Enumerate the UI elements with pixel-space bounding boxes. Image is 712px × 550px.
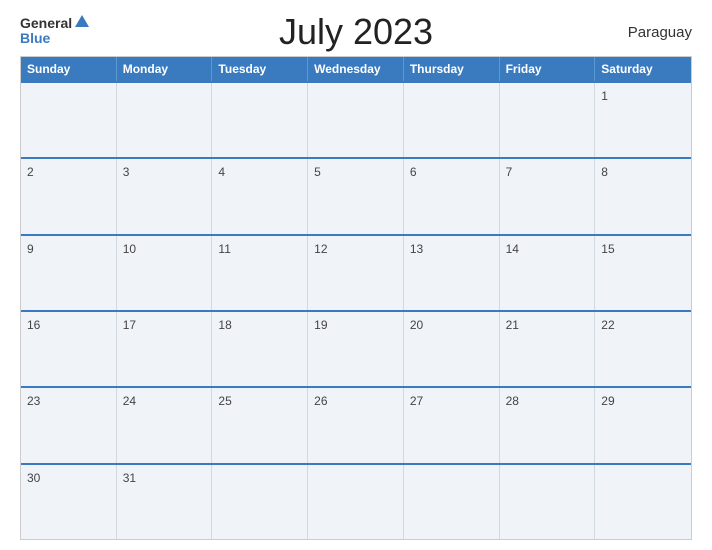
calendar-day-23: 23	[21, 388, 117, 462]
calendar-day-29: 29	[595, 388, 691, 462]
calendar-day-11: 11	[212, 236, 308, 310]
day-number: 27	[410, 394, 423, 408]
calendar-day-16: 16	[21, 312, 117, 386]
day-number: 26	[314, 394, 327, 408]
day-number: 2	[27, 165, 34, 179]
day-number: 1	[601, 89, 608, 103]
day-number: 17	[123, 318, 136, 332]
header-thursday: Thursday	[404, 57, 500, 81]
header-friday: Friday	[500, 57, 596, 81]
calendar-day-empty-5-2	[212, 465, 308, 539]
calendar-day-22: 22	[595, 312, 691, 386]
day-number: 9	[27, 242, 34, 256]
day-number: 19	[314, 318, 327, 332]
day-number: 7	[506, 165, 513, 179]
calendar-day-empty-0-4	[404, 83, 500, 157]
calendar-day-8: 8	[595, 159, 691, 233]
day-number: 15	[601, 242, 614, 256]
country-label: Paraguay	[628, 24, 692, 41]
day-number: 10	[123, 242, 136, 256]
calendar-body: 1234567891011121314151617181920212223242…	[21, 81, 691, 539]
calendar-day-empty-0-5	[500, 83, 596, 157]
calendar-day-21: 21	[500, 312, 596, 386]
calendar-day-15: 15	[595, 236, 691, 310]
logo-triangle-icon	[75, 15, 89, 27]
header-saturday: Saturday	[595, 57, 691, 81]
calendar-day-2: 2	[21, 159, 117, 233]
calendar-week-4: 16 17 18 19 20 21 22	[21, 310, 691, 386]
calendar-day-19: 19	[308, 312, 404, 386]
day-number: 24	[123, 394, 136, 408]
day-number: 25	[218, 394, 231, 408]
day-number: 28	[506, 394, 519, 408]
day-number: 31	[123, 471, 136, 485]
day-number: 5	[314, 165, 321, 179]
calendar-day-empty-5-3	[308, 465, 404, 539]
calendar-day-empty-0-1	[117, 83, 213, 157]
day-number: 23	[27, 394, 40, 408]
calendar-day-3: 3	[117, 159, 213, 233]
header-tuesday: Tuesday	[212, 57, 308, 81]
day-number: 3	[123, 165, 130, 179]
calendar-week-1: 1	[21, 81, 691, 157]
logo-blue-text: Blue	[20, 30, 50, 46]
calendar-day-20: 20	[404, 312, 500, 386]
calendar: Sunday Monday Tuesday Wednesday Thursday…	[20, 56, 692, 540]
day-number: 30	[27, 471, 40, 485]
calendar-day-31: 31	[117, 465, 213, 539]
calendar-day-28: 28	[500, 388, 596, 462]
calendar-day-6: 6	[404, 159, 500, 233]
calendar-week-2: 2 3 4 5 6 7 8	[21, 157, 691, 233]
day-number: 22	[601, 318, 614, 332]
day-number: 29	[601, 394, 614, 408]
header-sunday: Sunday	[21, 57, 117, 81]
day-number: 16	[27, 318, 40, 332]
calendar-title: July 2023	[279, 11, 433, 53]
calendar-day-25: 25	[212, 388, 308, 462]
calendar-day-12: 12	[308, 236, 404, 310]
day-number: 21	[506, 318, 519, 332]
calendar-day-empty-5-6	[595, 465, 691, 539]
calendar-day-empty-0-0	[21, 83, 117, 157]
calendar-day-1: 1	[595, 83, 691, 157]
calendar-day-27: 27	[404, 388, 500, 462]
calendar-week-3: 9 10 11 12 13 14 15	[21, 234, 691, 310]
calendar-day-24: 24	[117, 388, 213, 462]
calendar-day-13: 13	[404, 236, 500, 310]
calendar-day-18: 18	[212, 312, 308, 386]
day-number: 11	[218, 242, 230, 256]
day-number: 8	[601, 165, 608, 179]
calendar-day-26: 26	[308, 388, 404, 462]
calendar-day-5: 5	[308, 159, 404, 233]
calendar-day-9: 9	[21, 236, 117, 310]
day-number: 13	[410, 242, 423, 256]
calendar-day-4: 4	[212, 159, 308, 233]
calendar-day-10: 10	[117, 236, 213, 310]
header-monday: Monday	[117, 57, 213, 81]
logo-line2: Blue	[20, 30, 50, 48]
day-number: 4	[218, 165, 225, 179]
day-number: 14	[506, 242, 519, 256]
calendar-day-30: 30	[21, 465, 117, 539]
day-number: 6	[410, 165, 417, 179]
page: General Blue July 2023 Paraguay Sunday M…	[0, 0, 712, 550]
calendar-day-14: 14	[500, 236, 596, 310]
calendar-day-empty-0-2	[212, 83, 308, 157]
calendar-day-empty-0-3	[308, 83, 404, 157]
calendar-day-17: 17	[117, 312, 213, 386]
calendar-day-empty-5-4	[404, 465, 500, 539]
calendar-week-5: 23 24 25 26 27 28 29	[21, 386, 691, 462]
header-wednesday: Wednesday	[308, 57, 404, 81]
day-number: 12	[314, 242, 327, 256]
calendar-week-6: 30 31	[21, 463, 691, 539]
logo: General Blue	[20, 16, 89, 48]
day-number: 20	[410, 318, 423, 332]
header: General Blue July 2023 Paraguay	[20, 16, 692, 48]
calendar-day-empty-5-5	[500, 465, 596, 539]
logo-general-text: General	[20, 16, 72, 30]
logo-line1: General	[20, 16, 89, 30]
day-number: 18	[218, 318, 231, 332]
calendar-day-7: 7	[500, 159, 596, 233]
calendar-header: Sunday Monday Tuesday Wednesday Thursday…	[21, 57, 691, 81]
